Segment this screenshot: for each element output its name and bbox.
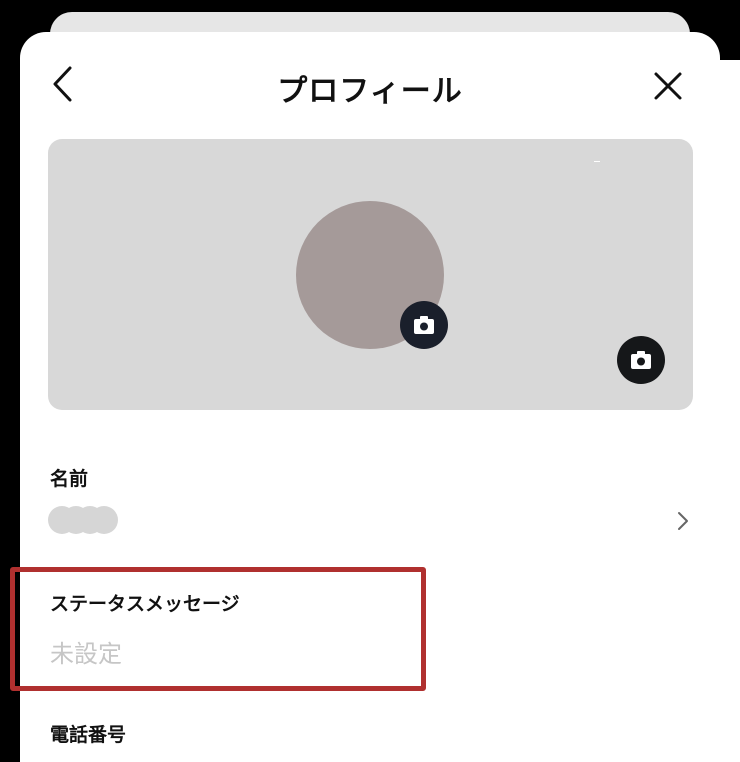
camera-icon (631, 351, 651, 369)
right-edge (718, 60, 740, 762)
page-title: プロフィール (277, 74, 463, 109)
phone-label: 電話番号 (50, 724, 127, 746)
header: プロフィール (20, 32, 720, 136)
camera-icon (414, 316, 434, 334)
highlight-annotation (10, 567, 426, 691)
close-button[interactable] (646, 64, 690, 108)
avatar-camera-button[interactable] (400, 301, 448, 349)
cover-image[interactable] (48, 139, 693, 410)
close-icon (654, 72, 682, 100)
name-label: 名前 (50, 468, 89, 490)
cover-artifact (594, 161, 600, 162)
name-row[interactable] (20, 452, 720, 552)
screen: プロフィール 名前 ステータスメッセージ 未設定 電話番号 (0, 0, 740, 762)
chevron-right-icon (676, 510, 690, 532)
name-value-redacted (48, 506, 118, 534)
cover-camera-button[interactable] (617, 336, 665, 384)
